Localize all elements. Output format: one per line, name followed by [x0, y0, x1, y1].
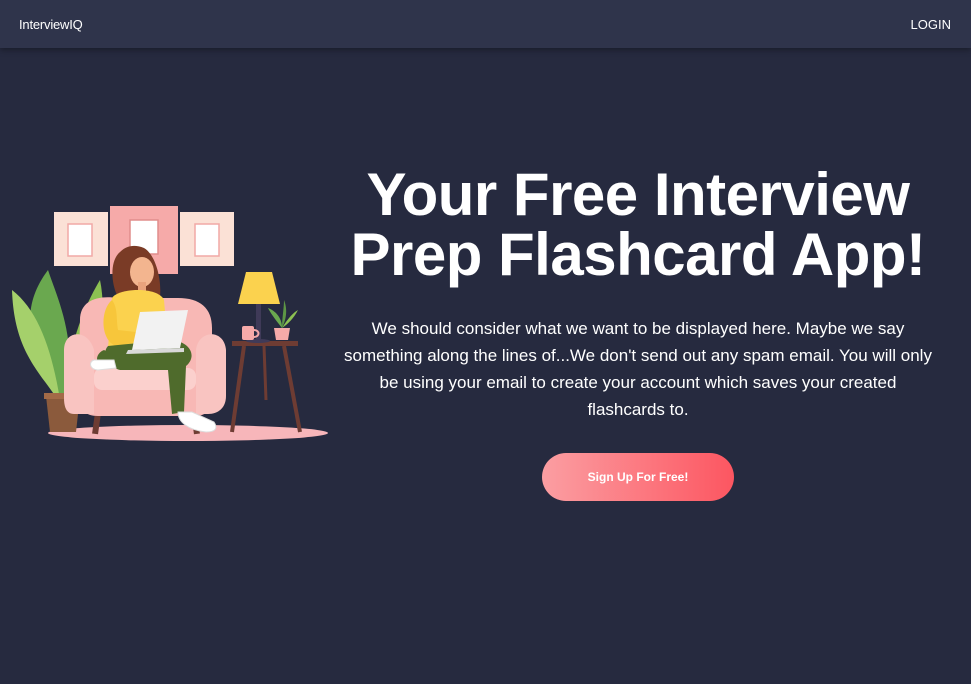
top-navbar: InterviewIQ LOGIN: [0, 0, 971, 48]
login-link[interactable]: LOGIN: [911, 17, 951, 32]
brand-logo[interactable]: InterviewIQ: [19, 17, 83, 32]
hero-description: We should consider what we want to be di…: [344, 319, 932, 419]
sign-up-button[interactable]: Sign Up For Free!: [542, 453, 734, 501]
woman-laptop-illustration: [12, 206, 328, 441]
hero-text-block: Your Free Interview Prep Flashcard App! …: [342, 165, 934, 423]
hero-headline: Your Free Interview Prep Flashcard App!: [350, 161, 926, 288]
